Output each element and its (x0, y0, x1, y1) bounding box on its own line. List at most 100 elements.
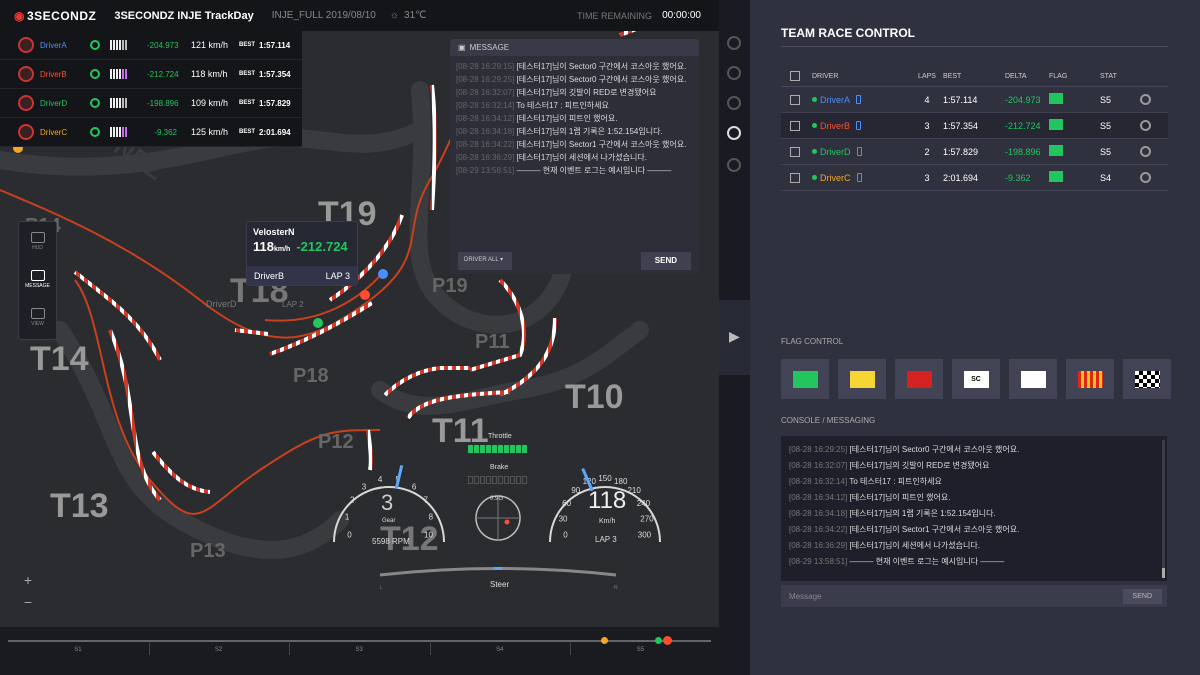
driver-speed: 125 km/h (191, 127, 229, 137)
console-input-placeholder: Message (789, 591, 822, 601)
gear-label: Gear (382, 518, 396, 524)
brake-segment (504, 476, 509, 484)
rpm-tick: 6 (412, 482, 417, 491)
cell-driver: DriverA (812, 95, 911, 105)
driver-name: DriverB (40, 69, 67, 79)
driver-target-select[interactable]: DRIVER ALL ▾ (458, 252, 512, 270)
trophy-icon[interactable] (727, 36, 741, 50)
panel-collapse-tab[interactable]: ▶ (719, 300, 750, 375)
gear-icon[interactable] (1140, 172, 1151, 183)
table-row[interactable]: DriverD 2 1:57.829 -198.896 S5 (781, 139, 1168, 165)
console-item: [08-28 16:34:18] [테스터17]님의 1랩 기록은 1:52.1… (789, 506, 1159, 522)
table-row[interactable]: DriverC 3 2:01.694 -9.362 S4 (781, 165, 1168, 191)
driver-row[interactable]: DriverA -204.973 121 km/h BEST 1:57.114 (0, 31, 302, 60)
rpm-value: 5598 RPM (372, 537, 410, 546)
message-time: [08-28 16:29:25] (456, 75, 515, 84)
speech-icon[interactable] (727, 158, 741, 172)
brake-segment (498, 476, 503, 484)
throttle-segment (504, 445, 509, 453)
driver-delta: -204.973 (147, 40, 179, 50)
gear-icon[interactable] (1140, 120, 1151, 131)
row-checkbox[interactable] (790, 172, 800, 183)
best-lap: 1:57.829 (259, 98, 291, 108)
driver-name: DriverC (820, 172, 851, 183)
driver-row[interactable]: DriverC -9.362 125 km/h BEST 2:01.694 (0, 118, 302, 147)
flag-button-safety-car[interactable]: SC (952, 359, 1000, 399)
console-text: [테스터17]님이 Sector0 구간에서 코스아웃 했어요. (849, 445, 1020, 454)
headset-icon[interactable] (727, 126, 741, 140)
zoom-out-button[interactable]: − (18, 593, 38, 611)
cell-best: 1:57.829 (943, 146, 979, 157)
message-list[interactable]: [08-28 16:29:15] [테스터17]님이 Sector0 구간에서 … (450, 56, 699, 238)
console-item: [08-29 13:58:51] ——— 현재 이벤트 로그는 예시입니다 ——… (789, 554, 1159, 570)
console-time: [08-28 16:32:14] (789, 477, 848, 486)
sector-timeline[interactable]: S1 S2 S3 S4 S5 (0, 627, 719, 675)
speed-lap: LAP 3 (595, 535, 617, 544)
cell-laps: 4 (924, 94, 930, 105)
select-all-checkbox[interactable] (790, 71, 800, 81)
throttle-segment (516, 445, 521, 453)
console-input[interactable]: Message SEND (781, 585, 1167, 607)
cell-delta: -212.724 (1005, 120, 1041, 131)
best-lap: 1:57.114 (259, 40, 291, 50)
view-icon (30, 307, 45, 319)
console-text: [테스터17]님이 세션에서 나가셨습니다. (849, 541, 980, 550)
message-text: [테스터17]님이 세션에서 나가셨습니다. (516, 153, 647, 162)
rpm-tick: 0 (347, 530, 352, 539)
tool-hud[interactable]: HUD (19, 222, 56, 260)
speed-tick: 30 (559, 515, 568, 524)
cell-delta: -204.973 (1005, 94, 1041, 105)
row-checkbox[interactable] (790, 94, 800, 105)
gear-icon[interactable] (1140, 146, 1151, 157)
driver-speed: 109 km/h (191, 98, 229, 108)
row-checkbox[interactable] (790, 120, 800, 131)
status-icon (90, 127, 100, 137)
flag-button-checkered[interactable] (1123, 359, 1171, 399)
gear-icon[interactable] (1140, 94, 1151, 105)
console-log[interactable]: [08-28 16:29:25] [테스터17]님이 Sector0 구간에서 … (781, 436, 1167, 581)
best-label: BEST (239, 42, 256, 48)
helmet-icon (18, 124, 34, 140)
tool-view[interactable]: VIEW (19, 298, 56, 336)
driver-delta: -198.896 (147, 98, 179, 108)
flag-button-red[interactable] (895, 359, 943, 399)
driver-name: DriverA (820, 94, 851, 105)
console-text: [테스터17]님의 깃발이 RED로 변경됐어요 (849, 461, 990, 470)
signal-bars-icon (110, 69, 127, 79)
car-marker-driverd (313, 318, 323, 328)
cell-flag (1049, 93, 1100, 106)
table-row[interactable]: DriverB 3 1:57.354 -212.724 S5 (781, 113, 1168, 139)
track-map[interactable]: 3SECONDZ T19 T18 T14 T13 T12 T11 T10 T9 … (0, 0, 719, 675)
message-time: [08-28 16:32:07] (456, 88, 515, 97)
driver-row[interactable]: DriverB -212.724 118 km/h BEST 1:57.354 (0, 60, 302, 89)
console-time: [08-28 16:34:12] (789, 493, 848, 502)
console-scrollbar[interactable] (1162, 440, 1165, 578)
table-row[interactable]: DriverA 4 1:57.114 -204.973 S5 (781, 87, 1168, 113)
driver-row[interactable]: DriverD -198.896 109 km/h BEST 1:57.829 (0, 89, 302, 118)
message-item: [08-28 16:29:25] [테스터17]님이 Sector0 구간에서 … (456, 75, 693, 85)
cell-best: 2:01.694 (943, 172, 979, 183)
helmet-icon (18, 95, 34, 111)
logo-mark-icon: ◉ (14, 8, 25, 23)
message-item: [08-28 16:34:18] [테스터17]님의 1랩 기록은 1:52.1… (456, 127, 693, 137)
flag-button-oil[interactable] (1066, 359, 1114, 399)
speed-tick: 180 (614, 477, 628, 486)
chat-icon[interactable] (727, 96, 741, 110)
flag-button-yellow[interactable] (838, 359, 886, 399)
g-value: 0.9G (490, 496, 504, 502)
send-button[interactable]: SEND (640, 252, 691, 270)
console-text: [테스터17]님의 1랩 기록은 1:52.154입니다. (849, 509, 996, 518)
flag-button-white[interactable] (1009, 359, 1057, 399)
chevron-right-icon: ▶ (729, 328, 740, 344)
zoom-in-button[interactable]: + (18, 571, 38, 589)
flag-button-green[interactable] (781, 359, 829, 399)
console-send-button[interactable]: SEND (1122, 588, 1162, 604)
red-flag-icon (906, 370, 932, 388)
message-text: [테스터17]님이 Sector1 구간에서 코스아웃 했어요. (516, 140, 687, 149)
speed-value: 118 (588, 487, 627, 514)
cell-stat: S5 (1100, 146, 1112, 157)
tool-message[interactable]: MESSAGE (19, 260, 56, 298)
stopwatch-icon[interactable] (727, 66, 741, 80)
row-checkbox[interactable] (790, 146, 800, 157)
throttle-segment (474, 445, 479, 453)
